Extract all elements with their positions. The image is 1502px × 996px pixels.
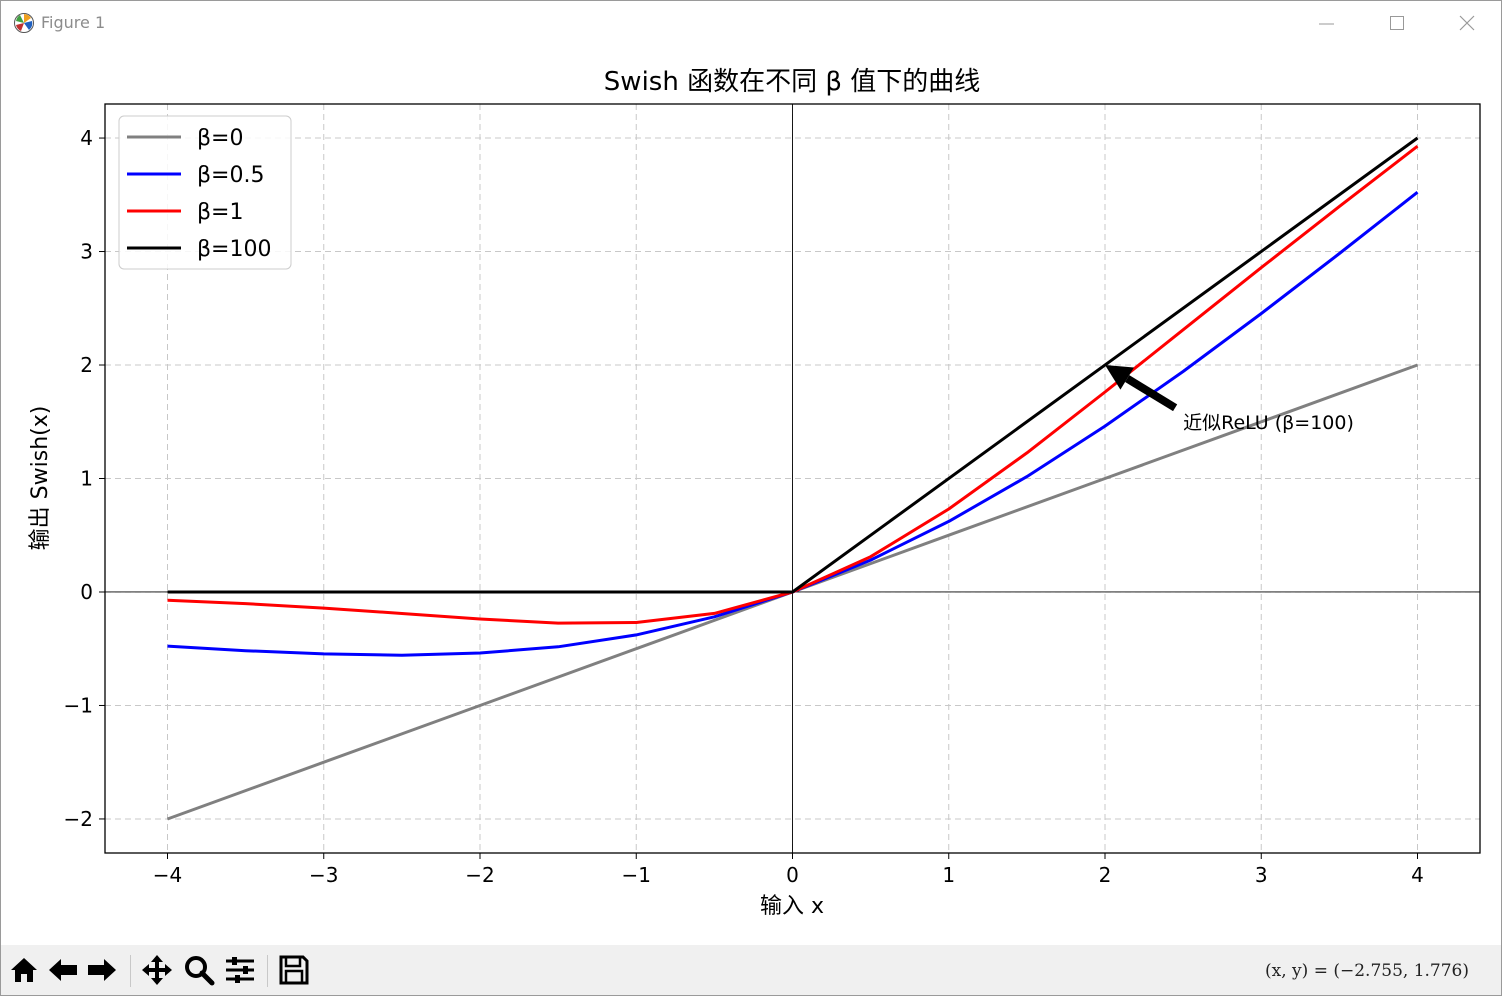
x-tick-label: 0	[786, 863, 799, 887]
legend-label: β=100	[197, 237, 271, 262]
x-axis-label: 输入 x	[760, 894, 824, 919]
pan-icon	[142, 955, 172, 985]
y-tick-label: −1	[64, 693, 93, 717]
figure-canvas[interactable]: Swish 函数在不同 β 值下的曲线 −4 −3 −2 −1 0 1 2 3 4 −2 −1 0 1 2…	[1, 45, 1501, 945]
forward-button[interactable]	[85, 953, 119, 987]
annotation-text: 近似ReLU (β=100)	[1183, 412, 1354, 434]
x-tick-label: −3	[309, 863, 338, 887]
minimize-button[interactable]	[1304, 7, 1350, 39]
minimize-icon	[1319, 23, 1334, 25]
cursor-coordinates: (x, y) = (−2.755, 1.776)	[1265, 961, 1469, 981]
y-tick-label: 0	[80, 580, 93, 604]
x-tick-label: −4	[153, 863, 182, 887]
y-tick-label: 2	[80, 353, 93, 377]
title-bar: Figure 1	[1, 1, 1501, 45]
zoom-button[interactable]	[182, 953, 216, 987]
x-tick-label: 1	[942, 863, 955, 887]
x-tick-label: −2	[465, 863, 494, 887]
reference-lines	[105, 104, 1480, 853]
x-tick-label: 2	[1099, 863, 1112, 887]
maximize-icon	[1390, 16, 1404, 30]
y-axis-label: 输出 Swish(x)	[28, 406, 53, 551]
figure-window: Figure 1 Swish 函数在不同 β 值下的曲线 −4 −3 −2 −1 0 1 2…	[0, 0, 1502, 996]
back-icon	[49, 959, 77, 981]
navigation-toolbar: (x, y) = (−2.755, 1.776)	[1, 945, 1501, 995]
save-button[interactable]	[277, 953, 311, 987]
save-icon	[279, 955, 309, 985]
toolbar-separator	[267, 955, 268, 987]
forward-icon	[88, 959, 116, 981]
y-tick-label: 1	[80, 467, 93, 491]
chart-svg[interactable]: Swish 函数在不同 β 值下的曲线 −4 −3 −2 −1 0 1 2 3 4 −2 −1 0 1 2…	[1, 45, 1501, 945]
back-button[interactable]	[46, 953, 80, 987]
legend: β=0 β=0.5 β=1 β=100	[118, 115, 292, 270]
home-icon	[11, 958, 37, 982]
zoom-icon	[185, 956, 215, 986]
legend-label: β=0	[197, 126, 243, 151]
legend-label: β=1	[197, 200, 243, 225]
x-tick-label: 4	[1411, 863, 1424, 887]
maximize-button[interactable]	[1374, 7, 1420, 39]
pan-button[interactable]	[140, 953, 174, 987]
chart-title: Swish 函数在不同 β 值下的曲线	[604, 67, 980, 97]
home-button[interactable]	[7, 953, 41, 987]
configure-subplots-icon	[226, 957, 254, 983]
y-tick-label: 4	[80, 126, 93, 150]
close-icon	[1459, 15, 1475, 31]
matplotlib-logo-icon	[14, 13, 34, 33]
toolbar-separator	[130, 955, 131, 987]
configure-subplots-button[interactable]	[223, 953, 257, 987]
x-tick-label: 3	[1255, 863, 1268, 887]
y-tick-label: 3	[80, 240, 93, 264]
x-tick-label: −1	[622, 863, 651, 887]
window-title: Figure 1	[41, 13, 106, 32]
legend-label: β=0.5	[197, 163, 264, 188]
y-tick-label: −2	[64, 807, 93, 831]
close-button[interactable]	[1444, 7, 1490, 39]
